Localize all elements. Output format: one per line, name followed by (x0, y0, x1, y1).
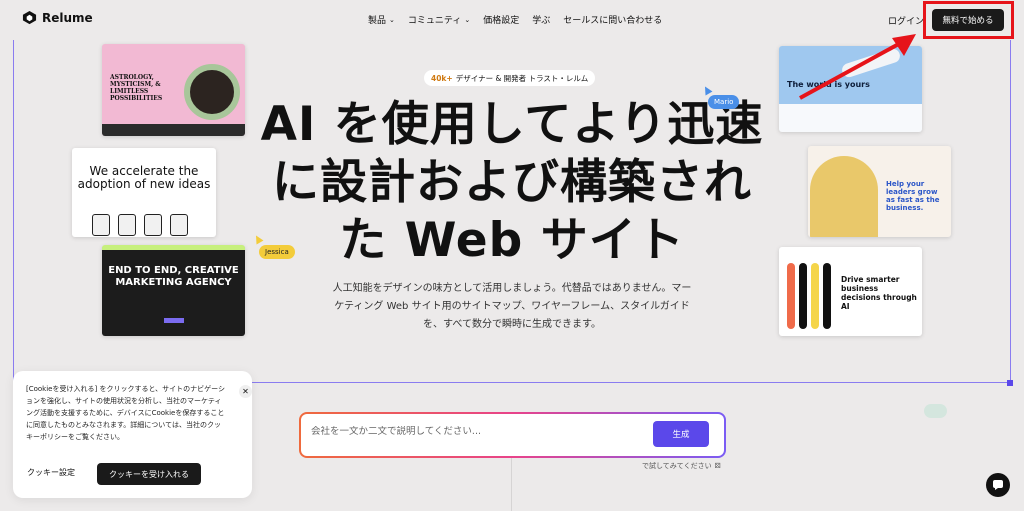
preview-accelerate: We accelerate the adoption of new ideas (72, 148, 216, 237)
cookie-message: [Cookieを受け入れる] をクリックすると、サイトのナビゲーションを強化し、… (26, 385, 226, 441)
main-menu: 製品 ⌄ コミュニティ ⌄ 価格設定 学ぶ セールスに問い合わせる (368, 13, 662, 27)
person-image (810, 156, 878, 237)
prompt-box: 生成 (299, 412, 726, 458)
preview-title: Help your leaders grow as fast as the bu… (886, 180, 940, 212)
headline-line: AI を使用してより迅速 (260, 97, 764, 152)
menu-item-learn[interactable]: 学ぶ (532, 13, 550, 26)
preview-astrology: ASTROLOGY, MYSTICISM, & LIMITLESS POSSIB… (102, 44, 245, 136)
chat-icon (993, 480, 1003, 490)
cursor-tag-mario: Mario (708, 95, 740, 109)
cursor-tag-jessica: Jessica (259, 245, 295, 259)
close-icon[interactable]: ✕ (239, 385, 252, 398)
menu-label: 製品 (368, 16, 387, 26)
selection-frame-left (13, 40, 14, 383)
color-column (799, 263, 807, 329)
chat-support-button[interactable] (986, 473, 1010, 497)
prompt-inner: 生成 (301, 414, 724, 456)
phone-mockup (118, 214, 136, 236)
preview-title: ASTROLOGY, MYSTICISM, & LIMITLESS POSSIB… (110, 74, 163, 102)
login-link[interactable]: ログイン (888, 14, 924, 27)
phone-mockups (92, 214, 188, 236)
portrait-image (184, 64, 240, 120)
preview-leaders: Help your leaders grow as fast as the bu… (808, 146, 951, 237)
color-column (823, 263, 831, 329)
menu-item-contact-sales[interactable]: セールスに問い合わせる (563, 13, 662, 26)
try-hint[interactable]: で試してみてください ⚄ (642, 461, 721, 471)
trust-badge: 40k+ デザイナー & 開発者 トラスト・レルム (424, 70, 596, 86)
top-nav: Relume 製品 ⌄ コミュニティ ⌄ 価格設定 学ぶ セールスに問い合わせる… (0, 0, 1024, 40)
menu-item-pricing[interactable]: 価格設定 (483, 13, 519, 26)
headline-line: に設計および構築され (272, 155, 752, 210)
chevron-down-icon: ⌄ (389, 15, 395, 24)
badge-count: 40k+ (431, 73, 453, 83)
company-description-input[interactable] (311, 426, 641, 437)
menu-label: 学ぶ (532, 16, 551, 26)
menu-label: 価格設定 (483, 16, 520, 26)
preview-title: Drive smarter business decisions through… (841, 275, 917, 311)
cookie-settings-link[interactable]: クッキー設定 (27, 467, 75, 478)
preview-footer-bar (102, 124, 245, 136)
generate-button[interactable]: 生成 (653, 421, 709, 447)
brand-logo[interactable]: Relume (22, 10, 93, 25)
dice-icon: ⚄ (714, 462, 721, 470)
phone-mockup (170, 214, 188, 236)
phone-mockup (92, 214, 110, 236)
preview-title: The world is yours (787, 80, 870, 89)
relume-logo-icon (22, 10, 37, 25)
color-columns (787, 263, 831, 329)
menu-item-products[interactable]: 製品 ⌄ (368, 13, 395, 27)
try-hint-text: で試してみてください (642, 462, 712, 470)
center-divider (511, 456, 512, 511)
hero-description: 人工知能をデザインの味方として活用しましょう。代替品ではありません。マー ケティ… (310, 280, 714, 334)
start-free-button[interactable]: 無料で始める (932, 9, 1004, 31)
headline-line: た Web サイト (339, 213, 685, 268)
preview-travel: The world is yours (779, 46, 922, 132)
menu-label: セールスに問い合わせる (563, 16, 663, 26)
color-column (811, 263, 819, 329)
cursor-tag-faded (924, 404, 948, 418)
preview-title: We accelerate the adoption of new ideas (77, 164, 211, 191)
selection-handle[interactable] (1007, 380, 1013, 386)
preview-decisions: Drive smarter business decisions through… (779, 247, 922, 336)
preview-agency: END TO END, CREATIVE MARKETING AGENCY (102, 245, 245, 336)
cursor-pointer-icon (701, 84, 713, 96)
badge-text: デザイナー & 開発者 トラスト・レルム (455, 73, 589, 83)
menu-label: コミュニティ (407, 16, 462, 26)
menu-item-community[interactable]: コミュニティ ⌄ (407, 13, 471, 27)
description-line: ケティング Web サイト用のサイトマップ、ワイヤーフレーム、スタイルガイド (334, 301, 690, 312)
page-title: AI を使用してより迅速 に設計および構築され た Web サイト (250, 96, 774, 270)
description-line: 人工知能をデザインの味方として活用しましょう。代替品ではありません。マー (332, 283, 692, 294)
color-column (787, 263, 795, 329)
brand-name: Relume (42, 10, 93, 25)
accept-cookies-button[interactable]: クッキーを受け入れる (97, 463, 201, 485)
phone-mockup (144, 214, 162, 236)
cookie-banner: [Cookieを受け入れる] をクリックすると、サイトのナビゲーションを強化し、… (13, 371, 252, 498)
selection-frame-right (1010, 40, 1011, 383)
preview-title: END TO END, CREATIVE MARKETING AGENCY (108, 265, 239, 288)
description-line: を、すべて数分で瞬時に生成できます。 (423, 319, 601, 330)
chevron-down-icon: ⌄ (464, 15, 471, 24)
preview-button (164, 318, 184, 323)
